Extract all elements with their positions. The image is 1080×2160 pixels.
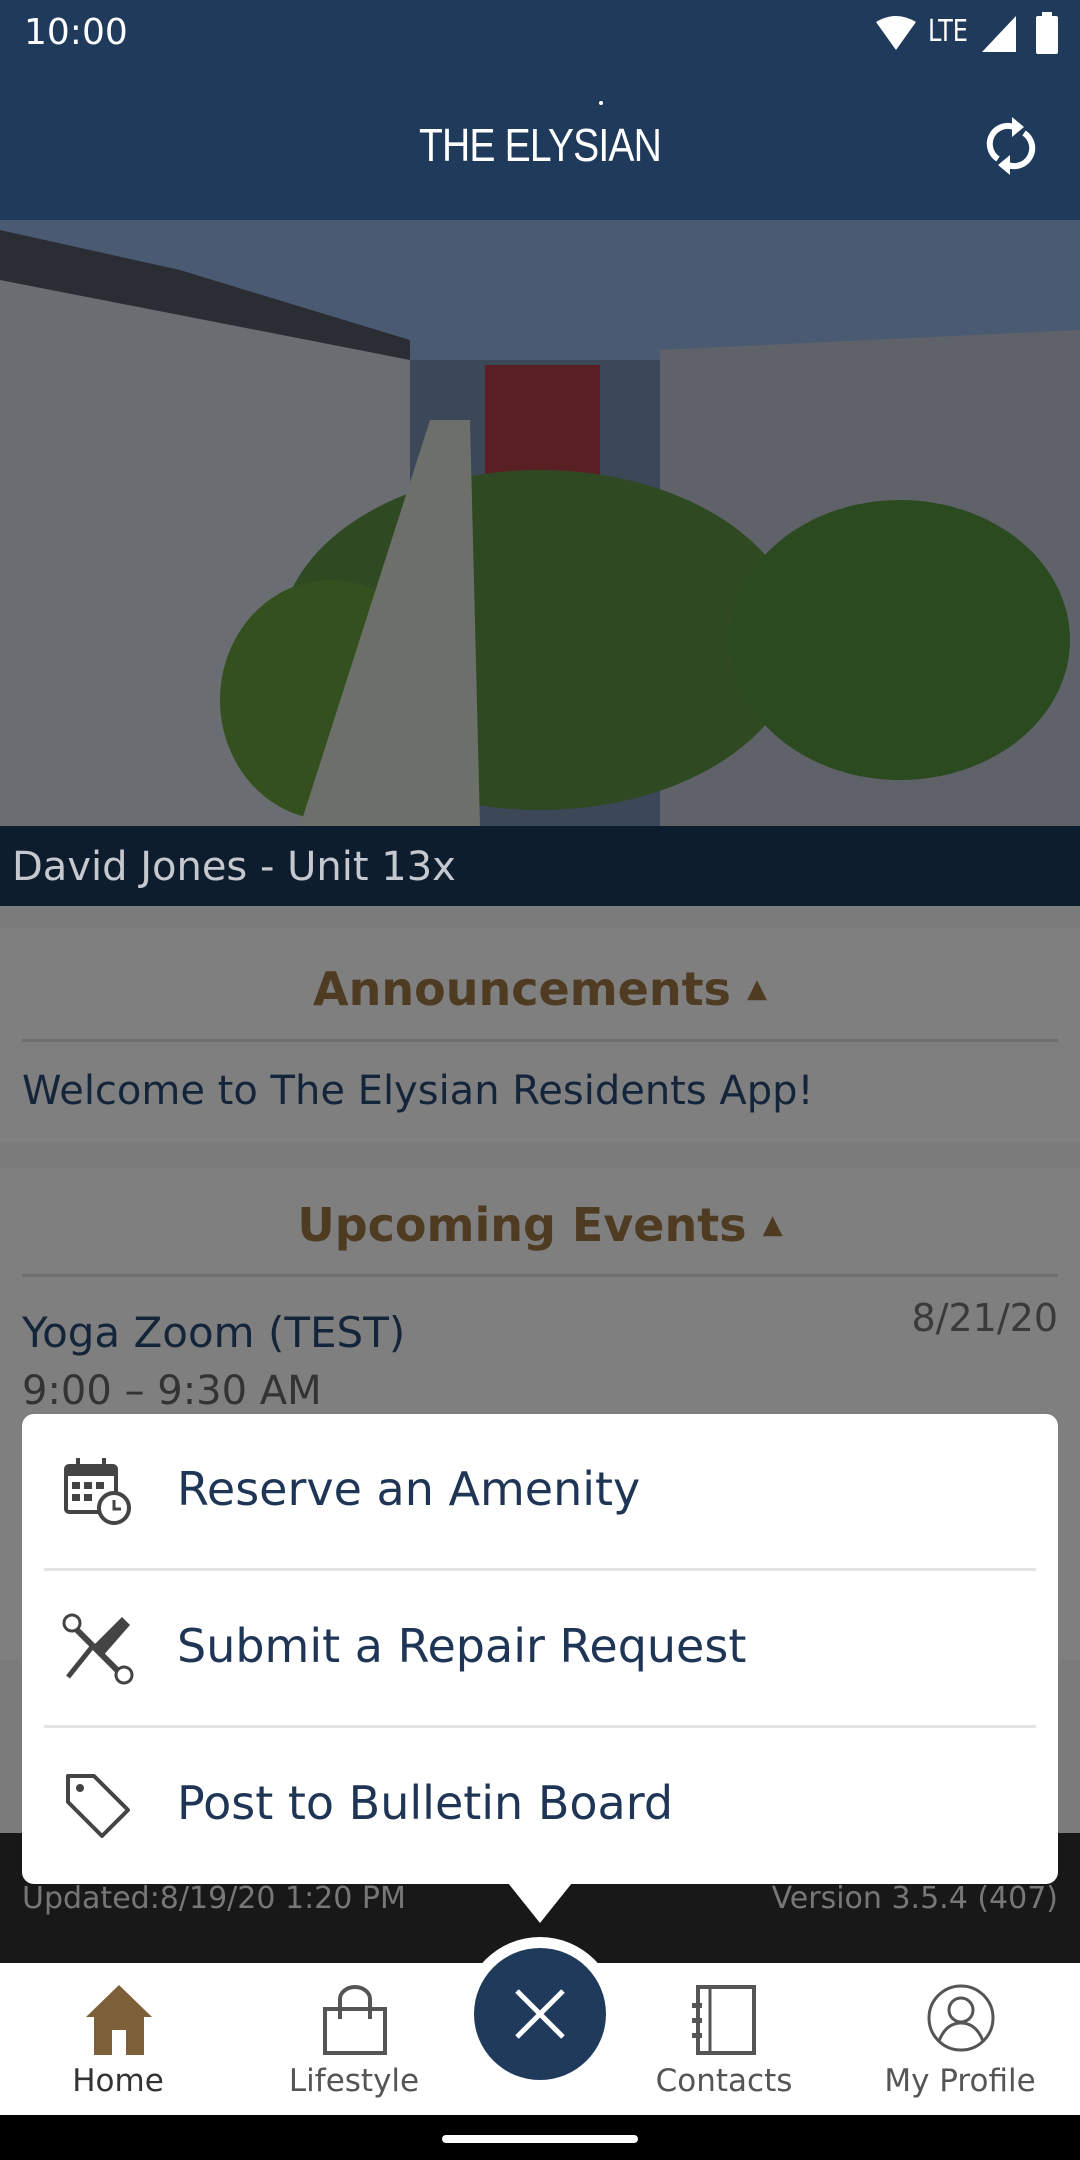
- updated-label: Updated:8/19/20 1:20 PM: [22, 1881, 406, 1916]
- caret-up-icon: ▲: [762, 1210, 783, 1240]
- nav-label: Home: [72, 2063, 164, 2099]
- caret-up-icon: ▲: [746, 974, 767, 1004]
- hero-image: [0, 220, 1080, 826]
- nav-label: My Profile: [884, 2063, 1036, 2099]
- fab-close-button[interactable]: [474, 1948, 606, 2080]
- quick-action-menu: Reserve an Amenity Submit a Repair Reque…: [22, 1414, 1058, 1884]
- battery-icon: [1036, 12, 1058, 54]
- address-book-icon: [692, 1985, 756, 2055]
- tag-icon: [66, 1774, 130, 1838]
- home-icon: [86, 1985, 152, 2055]
- divider: [22, 1274, 1058, 1277]
- announcements-header[interactable]: Announcements ▲: [0, 962, 1080, 1016]
- version-label: Version 3.5.4 (407): [771, 1881, 1058, 1916]
- logo-dot: [599, 101, 603, 105]
- app-logo: THE ELYSIAN: [419, 119, 662, 171]
- menu-item-reserve-amenity[interactable]: Reserve an Amenity: [22, 1414, 1058, 1571]
- network-label: LTE: [928, 14, 968, 49]
- app-header: THE ELYSIAN: [0, 70, 1080, 220]
- menu-label: Submit a Repair Request: [177, 1619, 747, 1673]
- nav-label: Contacts: [655, 2063, 793, 2099]
- events-header[interactable]: Upcoming Events ▲: [0, 1198, 1080, 1252]
- nav-contacts[interactable]: Contacts: [624, 1963, 824, 2115]
- refresh-icon[interactable]: [986, 115, 1036, 177]
- home-gesture-handle[interactable]: [442, 2135, 638, 2143]
- announcement-item[interactable]: Welcome to The Elysian Residents App!: [22, 1068, 814, 1114]
- nav-home[interactable]: Home: [18, 1963, 218, 2115]
- menu-item-bulletin-board[interactable]: Post to Bulletin Board: [22, 1728, 1058, 1885]
- tools-icon: [62, 1613, 134, 1685]
- profile-icon: [927, 1984, 995, 2052]
- menu-label: Post to Bulletin Board: [177, 1776, 674, 1830]
- shopping-bag-icon: [323, 1985, 387, 2055]
- menu-item-repair-request[interactable]: Submit a Repair Request: [22, 1571, 1058, 1728]
- announcements-section: Announcements ▲ Welcome to The Elysian R…: [0, 928, 1080, 1143]
- popup-pointer: [508, 1883, 572, 1923]
- resident-name-bar: David Jones - Unit 13x: [0, 826, 1080, 906]
- close-icon: [515, 1989, 565, 2039]
- resident-label: David Jones - Unit 13x: [12, 844, 456, 890]
- signal-icon: [982, 16, 1016, 52]
- calendar-clock-icon: [64, 1458, 131, 1525]
- status-time: 10:00: [24, 12, 128, 53]
- system-nav-bar: [0, 2115, 1080, 2160]
- nav-lifestyle[interactable]: Lifestyle: [254, 1963, 454, 2115]
- nav-my-profile[interactable]: My Profile: [860, 1963, 1060, 2115]
- nav-label: Lifestyle: [288, 2063, 420, 2099]
- divider: [22, 1039, 1058, 1042]
- event-date: 8/21/20: [911, 1296, 1059, 1340]
- status-bar: 10:00 LTE: [0, 0, 1080, 70]
- menu-label: Reserve an Amenity: [177, 1462, 641, 1516]
- event-time: 9:00 – 9:30 AM: [22, 1368, 322, 1414]
- events-title: Upcoming Events: [297, 1198, 747, 1252]
- wifi-icon: [876, 16, 916, 50]
- event-name[interactable]: Yoga Zoom (TEST): [22, 1308, 405, 1357]
- announcements-title: Announcements: [313, 962, 731, 1016]
